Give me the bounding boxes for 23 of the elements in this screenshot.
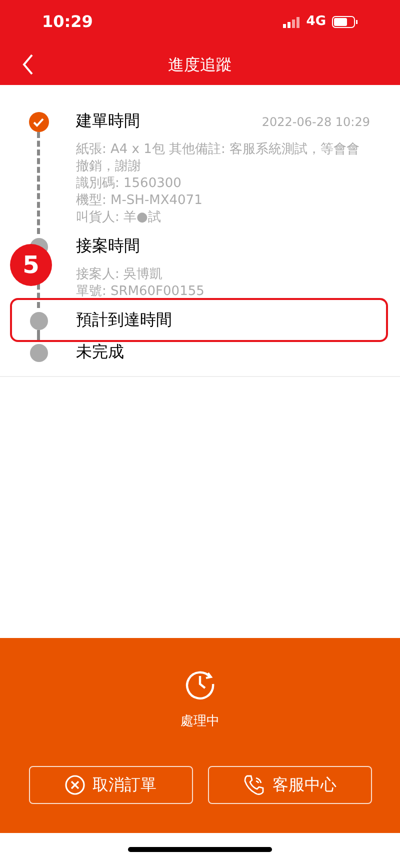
- step-detail: 單號: SRM60F00155: [76, 283, 206, 300]
- customer-service-button[interactable]: 客服中心: [208, 766, 372, 804]
- page-title: 進度追蹤: [168, 54, 232, 76]
- step-title: 預計到達時間: [76, 309, 172, 331]
- status-time: 10:29: [42, 11, 93, 33]
- cancel-order-button[interactable]: 取消訂單: [28, 766, 192, 804]
- signal-icon: [283, 16, 300, 28]
- cancel-icon: [64, 774, 84, 794]
- step-title: 接案時間: [76, 235, 140, 257]
- status-label: 處理中: [180, 713, 220, 731]
- step-detail: 接案人: 吳博凱: [76, 266, 164, 283]
- step-title: 未完成: [76, 341, 124, 363]
- battery-icon: [332, 16, 358, 28]
- step-detail: 機型: M-SH-MX4071: [76, 192, 204, 209]
- step-time: 2022-06-28 10:29: [262, 114, 370, 131]
- step-detail: 紙張: A4 x 1包 其他備註: 客服系統測試，等會會撤銷，謝謝: [76, 141, 361, 175]
- back-button[interactable]: [22, 54, 34, 75]
- step-title: 建單時間: [76, 110, 140, 132]
- network-label: 4G: [306, 13, 326, 32]
- step-detail: 叫貨人: 羊●試: [76, 209, 162, 226]
- step-number-badge: 5: [10, 244, 52, 286]
- phone-icon: [242, 774, 264, 796]
- step-detail: 識別碼: 1560300: [76, 175, 182, 192]
